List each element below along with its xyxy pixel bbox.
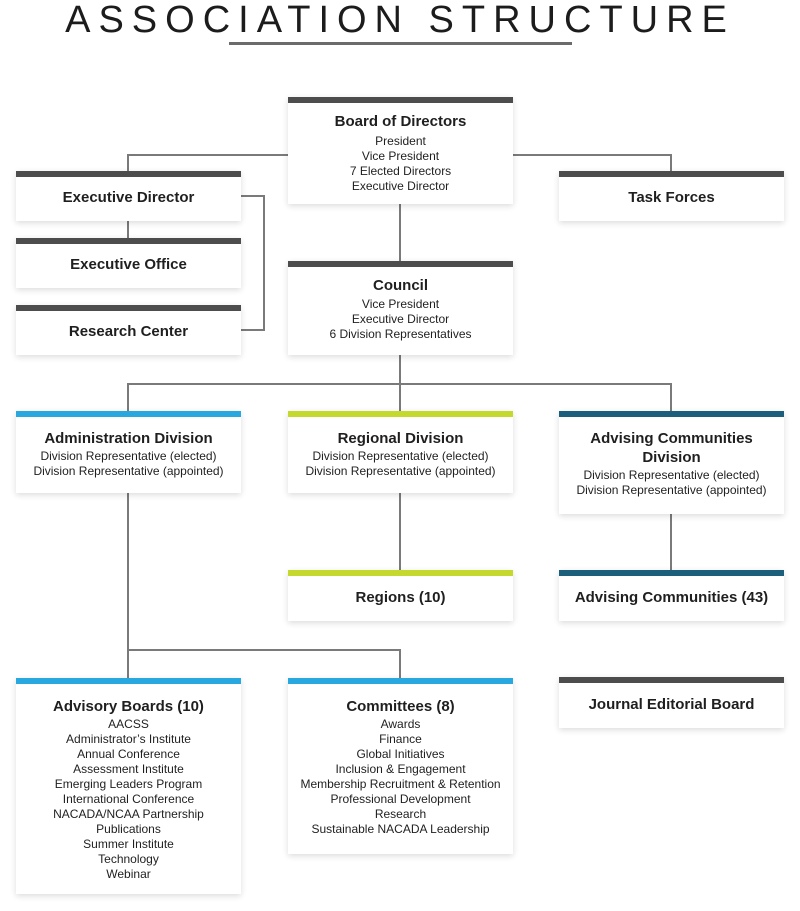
- node-title: Executive Director: [62, 189, 195, 206]
- node-member: Vice President: [361, 149, 440, 163]
- node-member: 6 Division Representatives: [329, 327, 472, 341]
- accent-bar: [288, 678, 513, 684]
- node-regions[interactable]: Regions (10): [288, 570, 513, 621]
- node-member: Emerging Leaders Program: [54, 777, 203, 791]
- node-member: Technology: [98, 852, 159, 866]
- node-member: Administrator’s Institute: [66, 732, 191, 746]
- node-title: Research Center: [68, 323, 189, 340]
- node-title: Administration Division: [44, 430, 213, 447]
- node-member: Finance: [379, 732, 422, 746]
- node-member: 7 Elected Directors: [349, 164, 452, 178]
- node-title: Regions (10): [355, 589, 446, 606]
- node-member: Division Representative (elected): [312, 449, 489, 463]
- node-member: Division Representative (elected): [40, 449, 217, 463]
- node-title: Regional Division: [337, 430, 464, 447]
- node-member: Division Representative (elected): [583, 468, 760, 482]
- node-member: Awards: [380, 717, 421, 731]
- node-member: Vice President: [361, 297, 440, 311]
- connector-admin-committees: [128, 649, 401, 678]
- node-research-center[interactable]: Research Center: [16, 305, 241, 355]
- connector-executive-director-research: [241, 195, 265, 331]
- node-member: Division Representative (appointed): [576, 483, 767, 497]
- node-title: Advisory Boards (10): [53, 698, 204, 715]
- node-title: Executive Office: [70, 256, 187, 273]
- connector-board-task-forces: [513, 154, 672, 171]
- node-title: Committees (8): [346, 698, 455, 715]
- node-title: Advising Communities Division: [590, 430, 753, 466]
- node-member: Executive Director: [351, 312, 450, 326]
- node-member: Inclusion & Engagement: [335, 762, 466, 776]
- node-title: Task Forces: [628, 189, 715, 206]
- node-board-of-directors[interactable]: Board of Directors President Vice Presid…: [288, 97, 513, 204]
- node-member: Research: [374, 807, 427, 821]
- accent-bar: [16, 411, 241, 417]
- node-member: Division Representative (appointed): [305, 464, 496, 478]
- node-member: Executive Director: [351, 179, 450, 193]
- node-member: Publications: [96, 822, 161, 836]
- node-regional-division[interactable]: Regional Division Division Representativ…: [288, 411, 513, 493]
- node-title: Advising Communities (43): [574, 589, 769, 606]
- node-title: Journal Editorial Board: [588, 696, 755, 713]
- node-member: Professional Development: [330, 792, 471, 806]
- node-member: AACSS: [108, 717, 149, 731]
- node-member: Global Initiatives: [356, 747, 445, 761]
- connector-board-executive-director: [127, 154, 288, 171]
- node-title: Board of Directors: [334, 113, 467, 130]
- node-member: Webinar: [106, 867, 151, 881]
- node-task-forces[interactable]: Task Forces: [559, 171, 784, 221]
- accent-bar: [288, 570, 513, 576]
- node-member: Assessment Institute: [73, 762, 184, 776]
- accent-bar: [16, 238, 241, 244]
- node-member: Membership Recruitment & Retention: [300, 777, 501, 791]
- accent-bar: [559, 171, 784, 177]
- node-advising-communities-division[interactable]: Advising Communities Division Division R…: [559, 411, 784, 514]
- accent-bar: [288, 411, 513, 417]
- accent-bar: [16, 678, 241, 684]
- accent-bar: [559, 570, 784, 576]
- node-journal-editorial-board[interactable]: Journal Editorial Board: [559, 677, 784, 728]
- accent-bar: [16, 171, 241, 177]
- node-administration-division[interactable]: Administration Division Division Represe…: [16, 411, 241, 493]
- node-member: President: [375, 134, 426, 148]
- accent-bar: [288, 97, 513, 103]
- accent-bar: [288, 261, 513, 267]
- node-title: Council: [373, 277, 428, 294]
- node-member: Annual Conference: [77, 747, 180, 761]
- node-committees[interactable]: Committees (8) Awards Finance Global Ini…: [288, 678, 513, 854]
- node-executive-director[interactable]: Executive Director: [16, 171, 241, 221]
- accent-bar: [16, 305, 241, 311]
- node-member: NACADA/NCAA Partnership: [53, 807, 204, 821]
- node-executive-office[interactable]: Executive Office: [16, 238, 241, 288]
- node-member: International Conference: [62, 792, 195, 806]
- node-council[interactable]: Council Vice President Executive Directo…: [288, 261, 513, 355]
- node-advisory-boards[interactable]: Advisory Boards (10) AACSS Administrator…: [16, 678, 241, 894]
- node-advising-communities[interactable]: Advising Communities (43): [559, 570, 784, 621]
- accent-bar: [559, 677, 784, 683]
- node-member: Sustainable NACADA Leadership: [311, 822, 490, 836]
- node-member: Division Representative (appointed): [33, 464, 224, 478]
- node-member: Summer Institute: [83, 837, 174, 851]
- accent-bar: [559, 411, 784, 417]
